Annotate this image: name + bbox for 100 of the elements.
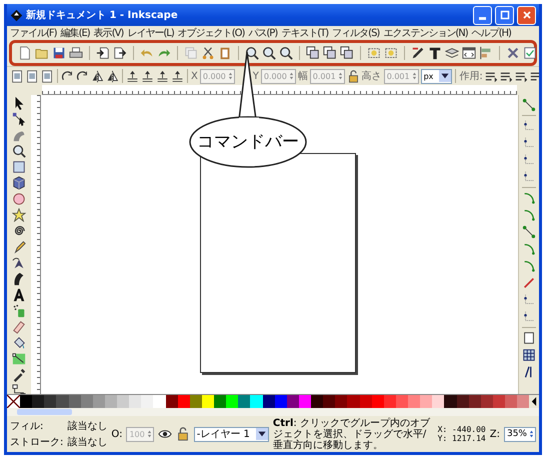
color-swatch[interactable] — [444, 395, 456, 408]
calligraphy-icon[interactable] — [12, 272, 26, 286]
color-swatch[interactable] — [456, 395, 469, 408]
menu-item[interactable]: パス(P) — [248, 26, 278, 40]
node-line-icon[interactable] — [522, 98, 536, 112]
lock-icon[interactable] — [346, 70, 360, 82]
cube-icon[interactable] — [12, 176, 26, 190]
stacked-squares-icon[interactable] — [340, 46, 354, 60]
color-swatch[interactable] — [190, 395, 202, 408]
group-icon[interactable] — [367, 46, 381, 60]
document-icon[interactable] — [18, 46, 32, 60]
color-swatch[interactable] — [347, 395, 360, 408]
scroll-left-icon[interactable] — [529, 395, 539, 408]
circle-icon[interactable] — [12, 192, 26, 206]
corner-icon[interactable] — [522, 310, 536, 324]
lines-arrow-icon[interactable] — [530, 70, 539, 82]
curve-icon[interactable] — [522, 208, 536, 222]
color-swatch[interactable] — [104, 395, 117, 408]
corner-icon[interactable] — [522, 153, 536, 167]
printer-icon[interactable] — [69, 46, 83, 60]
menu-item[interactable]: ヘルプ(H) — [472, 26, 511, 40]
color-swatch[interactable] — [44, 395, 56, 408]
gradient-icon[interactable] — [12, 352, 26, 366]
color-swatch[interactable] — [153, 395, 166, 408]
select-all-icon[interactable] — [41, 70, 54, 82]
spray-icon[interactable] — [12, 304, 26, 318]
checkbox-icon[interactable] — [523, 46, 537, 60]
color-swatch[interactable] — [141, 395, 154, 408]
clipboard-icon[interactable] — [218, 46, 232, 60]
minimize-button[interactable] — [473, 6, 492, 24]
lines-arrow-icon[interactable] — [514, 70, 528, 82]
save-icon[interactable] — [52, 46, 66, 60]
spin-arrows-icon[interactable] — [412, 71, 417, 81]
stacked-squares-icon[interactable] — [306, 46, 320, 60]
curve-icon[interactable] — [522, 259, 536, 273]
corner-icon[interactable] — [522, 119, 536, 133]
pen-icon[interactable] — [411, 46, 425, 60]
color-swatch[interactable] — [311, 395, 324, 408]
lines-arrow-icon[interactable] — [484, 70, 498, 82]
eraser-icon[interactable] — [12, 320, 26, 334]
raise-icon[interactable] — [126, 70, 139, 82]
color-swatch[interactable] — [298, 395, 311, 408]
dropper-icon[interactable] — [12, 368, 26, 382]
select-all-icon[interactable] — [26, 70, 39, 82]
color-swatch[interactable] — [274, 395, 287, 408]
horizontal-scrollbar[interactable] — [7, 408, 539, 416]
color-swatch[interactable] — [20, 395, 32, 408]
align-icon[interactable] — [479, 46, 493, 60]
color-swatch[interactable] — [68, 395, 81, 408]
zoom-icon[interactable] — [262, 46, 276, 60]
color-swatch[interactable] — [80, 395, 93, 408]
color-swatch[interactable] — [250, 395, 262, 408]
color-swatch[interactable] — [335, 395, 348, 408]
stacked-squares-icon[interactable] — [323, 46, 337, 60]
menu-item[interactable]: フィルタ(S) — [332, 26, 380, 40]
menu-item[interactable]: 編集(E) — [60, 26, 90, 40]
menu-item[interactable]: ファイル(F) — [10, 26, 57, 40]
corner-icon[interactable] — [522, 136, 536, 150]
raise-icon[interactable] — [141, 70, 154, 82]
flip-icon[interactable] — [91, 70, 104, 82]
color-swatch[interactable] — [286, 395, 299, 408]
spin-arrows-icon[interactable] — [338, 71, 343, 81]
spin-arrows-icon[interactable] — [529, 429, 534, 439]
color-swatch[interactable] — [262, 395, 275, 408]
zoom-icon[interactable] — [279, 46, 293, 60]
text-tool-icon[interactable] — [428, 46, 442, 60]
color-swatch[interactable] — [408, 395, 420, 408]
pencil-icon[interactable] — [12, 240, 26, 254]
select-all-icon[interactable] — [11, 70, 24, 82]
color-swatch[interactable] — [129, 395, 142, 408]
menu-item[interactable]: オブジェクト(O) — [178, 26, 244, 40]
raise-icon[interactable] — [171, 70, 184, 82]
menu-item[interactable]: レイヤー(L) — [127, 26, 174, 40]
scissors-icon[interactable] — [201, 46, 215, 60]
maximize-button[interactable] — [495, 6, 514, 24]
color-swatch[interactable] — [372, 395, 384, 408]
crossed-tools-icon[interactable] — [506, 46, 520, 60]
node-line-icon[interactable] — [522, 225, 536, 239]
lock-icon[interactable] — [176, 427, 190, 441]
spin-arrows-icon[interactable] — [146, 429, 152, 439]
unit-select[interactable]: px — [420, 68, 452, 84]
node-tool-icon[interactable] — [12, 112, 26, 126]
pen-nib-icon[interactable] — [12, 256, 26, 270]
zoom-field[interactable]: 35% — [504, 426, 536, 442]
corner-icon[interactable] — [522, 170, 536, 184]
color-swatch[interactable] — [384, 395, 396, 408]
color-swatch[interactable] — [432, 395, 444, 408]
flip-icon[interactable] — [106, 70, 119, 82]
color-swatch[interactable] — [202, 395, 214, 408]
color-swatch[interactable] — [32, 395, 44, 408]
color-swatch[interactable] — [238, 395, 250, 408]
xml-window-icon[interactable] — [462, 46, 476, 60]
import-icon[interactable] — [96, 46, 110, 60]
color-swatch[interactable] — [420, 395, 432, 408]
paint-bucket-icon[interactable] — [12, 336, 26, 350]
color-swatch[interactable] — [226, 395, 238, 408]
export-icon[interactable] — [113, 46, 127, 60]
spin-arrows-icon[interactable] — [228, 71, 233, 81]
color-swatch[interactable] — [517, 395, 530, 408]
menu-item[interactable]: 表示(V) — [94, 26, 124, 40]
